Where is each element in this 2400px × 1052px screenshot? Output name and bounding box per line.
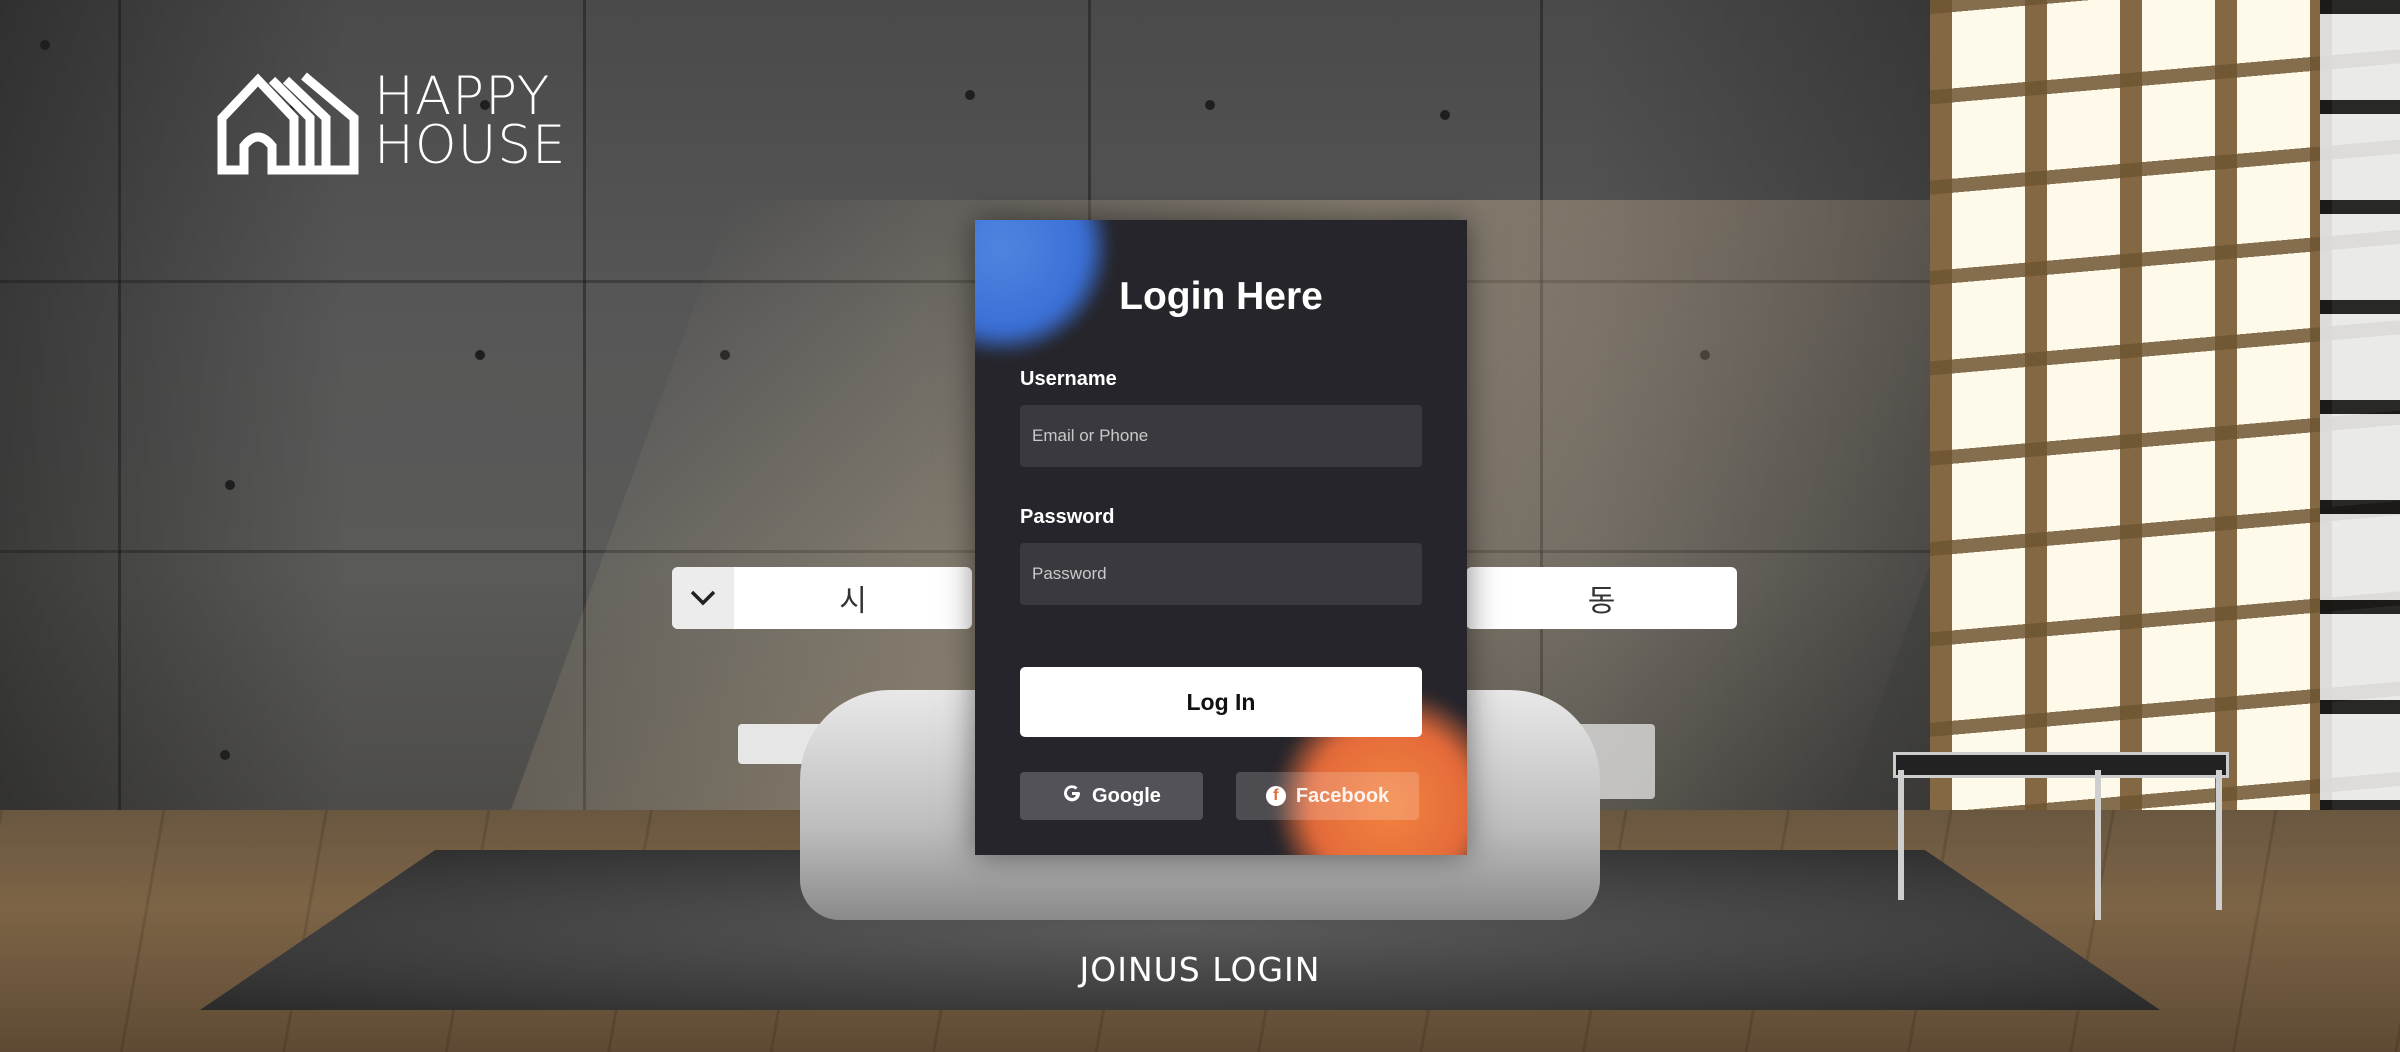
dong-select[interactable]: 동: [1466, 567, 1737, 629]
username-input[interactable]: [1020, 405, 1422, 467]
facebook-label: Facebook: [1295, 784, 1390, 807]
google-label: Google: [1092, 784, 1161, 807]
window-frame: [2320, 0, 2400, 900]
city-select-label: 시: [839, 584, 867, 619]
username-label: Username: [1020, 368, 1117, 390]
wall-bolt: [475, 350, 485, 360]
wall-bolt: [1440, 110, 1450, 120]
footer-links: JOINUS LOGIN: [0, 950, 2400, 989]
google-icon: [1062, 783, 1082, 809]
join-link[interactable]: JOINUS: [1080, 950, 1201, 989]
login-title: Login Here: [1119, 275, 1323, 318]
dong-select-label: 동: [1587, 584, 1616, 619]
table-leg: [2216, 770, 2222, 910]
wall-panel-seam: [118, 0, 121, 820]
login-link[interactable]: LOGIN: [1212, 950, 1320, 989]
house-logo-icon: [214, 66, 364, 176]
login-button[interactable]: Log In: [1020, 667, 1422, 737]
chevron-down-icon[interactable]: [672, 567, 734, 629]
login-card: Login Here Username Password Log In Goog…: [975, 220, 1467, 855]
password-input[interactable]: [1020, 543, 1422, 605]
wall-bolt: [965, 90, 975, 100]
wall-bolt: [1205, 100, 1215, 110]
happy-house-logo[interactable]: HAPPY HOUSE: [214, 66, 567, 176]
wall-bolt: [220, 750, 230, 760]
password-label: Password: [1020, 506, 1115, 528]
facebook-icon: f: [1265, 786, 1286, 806]
facebook-login-button[interactable]: f Facebook: [1236, 772, 1419, 820]
google-login-button[interactable]: Google: [1020, 772, 1203, 820]
table-leg: [2095, 770, 2101, 920]
brand-name: HAPPY HOUSE: [374, 66, 567, 176]
brand-line-2: HOUSE: [374, 115, 567, 176]
side-table: [1893, 752, 2229, 778]
brand-line-1: HAPPY: [374, 66, 551, 127]
table-leg: [1898, 770, 1904, 900]
wall-bolt: [40, 40, 50, 50]
wall-bolt: [225, 480, 235, 490]
city-select[interactable]: 시: [672, 567, 972, 629]
